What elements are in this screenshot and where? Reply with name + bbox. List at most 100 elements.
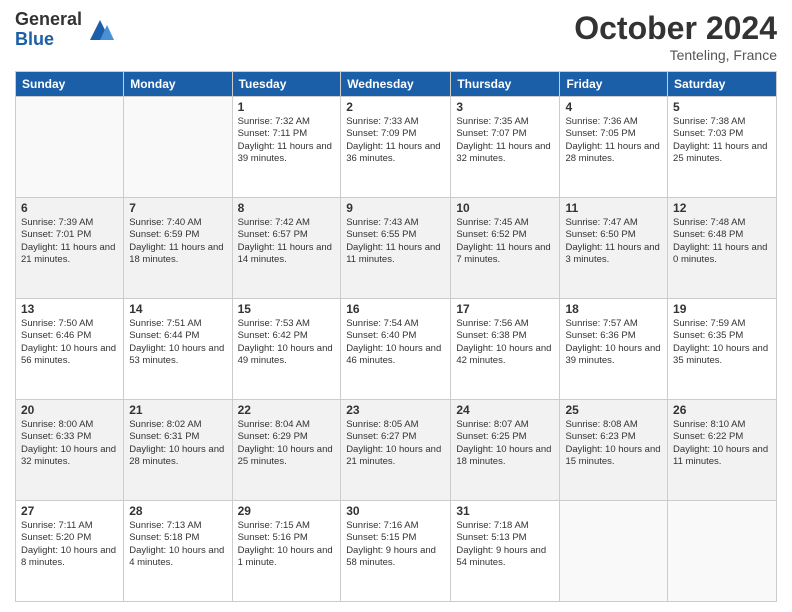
calendar-week-row: 20 Sunrise: 8:00 AMSunset: 6:33 PMDayligh…: [16, 400, 777, 501]
day-info: Sunrise: 7:16 AMSunset: 5:15 PMDaylight:…: [346, 520, 436, 568]
col-tuesday: Tuesday: [232, 72, 341, 97]
table-row: 16Sunrise: 7:54 AMSunset: 6:40 PMDayligh…: [341, 299, 451, 400]
day-number: 6: [21, 201, 118, 215]
col-sunday: Sunday: [16, 72, 124, 97]
day-number: 1: [238, 100, 336, 114]
table-row: 11 Sunrise: 7:47 AMSunset: 6:50 PMDayligh…: [560, 198, 668, 299]
table-row: [16, 97, 124, 198]
day-number: 19: [673, 302, 771, 316]
col-wednesday: Wednesday: [341, 72, 451, 97]
table-row: [668, 501, 777, 602]
day-info: Sunrise: 7:50 AMSunset: 6:46 PMDaylight:…: [21, 318, 116, 366]
day-number: 23: [346, 403, 445, 417]
table-row: 24 Sunrise: 8:07 AMSunset: 6:25 PMDayligh…: [451, 400, 560, 501]
table-row: 26Sunrise: 8:10 AMSunset: 6:22 PMDayligh…: [668, 400, 777, 501]
table-row: 20 Sunrise: 8:00 AMSunset: 6:33 PMDayligh…: [16, 400, 124, 501]
day-number: 29: [238, 504, 336, 518]
table-row: 19 Sunrise: 7:59 AMSunset: 6:35 PMDayligh…: [668, 299, 777, 400]
day-info: Sunrise: 7:56 AMSunset: 6:38 PMDaylight:…: [456, 318, 551, 366]
page: General Blue October 2024 Tenteling, Fra…: [0, 0, 792, 612]
day-number: 4: [565, 100, 662, 114]
table-row: 12 Sunrise: 7:48 AMSunset: 6:48 PMDayligh…: [668, 198, 777, 299]
table-row: 15 Sunrise: 7:53 AMSunset: 6:42 PMDayligh…: [232, 299, 341, 400]
day-number: 13: [21, 302, 118, 316]
table-row: 5Sunrise: 7:38 AMSunset: 7:03 PMDaylight…: [668, 97, 777, 198]
day-info: Sunrise: 7:33 AMSunset: 7:09 PMDaylight:…: [346, 116, 440, 164]
day-info: Sunrise: 8:04 AMSunset: 6:29 PMDaylight:…: [238, 419, 333, 467]
calendar-week-row: 1Sunrise: 7:32 AMSunset: 7:11 PMDaylight…: [16, 97, 777, 198]
table-row: 9Sunrise: 7:43 AMSunset: 6:55 PMDaylight…: [341, 198, 451, 299]
day-number: 17: [456, 302, 554, 316]
table-row: 7 Sunrise: 7:40 AMSunset: 6:59 PMDaylight…: [124, 198, 232, 299]
table-row: 4 Sunrise: 7:36 AMSunset: 7:05 PMDaylight…: [560, 97, 668, 198]
calendar-week-row: 6 Sunrise: 7:39 AMSunset: 7:01 PMDaylight…: [16, 198, 777, 299]
calendar: Sunday Monday Tuesday Wednesday Thursday…: [15, 71, 777, 602]
day-info: Sunrise: 7:42 AMSunset: 6:57 PMDaylight:…: [238, 217, 332, 265]
table-row: 29Sunrise: 7:15 AMSunset: 5:16 PMDayligh…: [232, 501, 341, 602]
day-number: 27: [21, 504, 118, 518]
calendar-week-row: 27 Sunrise: 7:11 AMSunset: 5:20 PMDayligh…: [16, 501, 777, 602]
day-number: 7: [129, 201, 226, 215]
day-info: Sunrise: 8:08 AMSunset: 6:23 PMDaylight:…: [565, 419, 660, 467]
day-info: Sunrise: 7:35 AMSunset: 7:07 PMDaylight:…: [456, 116, 550, 164]
table-row: 17 Sunrise: 7:56 AMSunset: 6:38 PMDayligh…: [451, 299, 560, 400]
table-row: 21Sunrise: 8:02 AMSunset: 6:31 PMDayligh…: [124, 400, 232, 501]
day-number: 22: [238, 403, 336, 417]
day-info: Sunrise: 7:48 AMSunset: 6:48 PMDaylight:…: [673, 217, 767, 265]
day-info: Sunrise: 8:02 AMSunset: 6:31 PMDaylight:…: [129, 419, 224, 467]
day-info: Sunrise: 7:45 AMSunset: 6:52 PMDaylight:…: [456, 217, 550, 265]
day-number: 14: [129, 302, 226, 316]
header: General Blue October 2024 Tenteling, Fra…: [15, 10, 777, 63]
day-info: Sunrise: 8:10 AMSunset: 6:22 PMDaylight:…: [673, 419, 768, 467]
table-row: 3 Sunrise: 7:35 AMSunset: 7:07 PMDaylight…: [451, 97, 560, 198]
day-number: 3: [456, 100, 554, 114]
day-number: 24: [456, 403, 554, 417]
day-info: Sunrise: 7:53 AMSunset: 6:42 PMDaylight:…: [238, 318, 333, 366]
col-saturday: Saturday: [668, 72, 777, 97]
table-row: 14Sunrise: 7:51 AMSunset: 6:44 PMDayligh…: [124, 299, 232, 400]
day-number: 16: [346, 302, 445, 316]
day-info: Sunrise: 8:00 AMSunset: 6:33 PMDaylight:…: [21, 419, 116, 467]
title-section: October 2024 Tenteling, France: [574, 10, 777, 63]
col-thursday: Thursday: [451, 72, 560, 97]
day-number: 15: [238, 302, 336, 316]
day-info: Sunrise: 7:11 AMSunset: 5:20 PMDaylight:…: [21, 520, 116, 568]
table-row: 28 Sunrise: 7:13 AMSunset: 5:18 PMDayligh…: [124, 501, 232, 602]
logo-text: General Blue: [15, 10, 82, 50]
logo-icon: [85, 15, 115, 45]
day-number: 11: [565, 201, 662, 215]
calendar-header-row: Sunday Monday Tuesday Wednesday Thursday…: [16, 72, 777, 97]
day-number: 2: [346, 100, 445, 114]
day-number: 5: [673, 100, 771, 114]
table-row: 8 Sunrise: 7:42 AMSunset: 6:57 PMDaylight…: [232, 198, 341, 299]
logo: General Blue: [15, 10, 115, 50]
day-number: 8: [238, 201, 336, 215]
table-row: 1Sunrise: 7:32 AMSunset: 7:11 PMDaylight…: [232, 97, 341, 198]
logo-general-text: General: [15, 10, 82, 30]
table-row: 31Sunrise: 7:18 AMSunset: 5:13 PMDayligh…: [451, 501, 560, 602]
day-number: 12: [673, 201, 771, 215]
day-info: Sunrise: 7:39 AMSunset: 7:01 PMDaylight:…: [21, 217, 115, 265]
table-row: 13 Sunrise: 7:50 AMSunset: 6:46 PMDayligh…: [16, 299, 124, 400]
day-number: 18: [565, 302, 662, 316]
table-row: 27 Sunrise: 7:11 AMSunset: 5:20 PMDayligh…: [16, 501, 124, 602]
table-row: 2 Sunrise: 7:33 AMSunset: 7:09 PMDaylight…: [341, 97, 451, 198]
day-number: 10: [456, 201, 554, 215]
table-row: 22 Sunrise: 8:04 AMSunset: 6:29 PMDayligh…: [232, 400, 341, 501]
day-info: Sunrise: 8:05 AMSunset: 6:27 PMDaylight:…: [346, 419, 441, 467]
logo-blue-text: Blue: [15, 30, 82, 50]
day-info: Sunrise: 7:47 AMSunset: 6:50 PMDaylight:…: [565, 217, 659, 265]
day-info: Sunrise: 7:40 AMSunset: 6:59 PMDaylight:…: [129, 217, 223, 265]
day-number: 20: [21, 403, 118, 417]
calendar-week-row: 13 Sunrise: 7:50 AMSunset: 6:46 PMDayligh…: [16, 299, 777, 400]
day-info: Sunrise: 8:07 AMSunset: 6:25 PMDaylight:…: [456, 419, 551, 467]
day-number: 25: [565, 403, 662, 417]
day-info: Sunrise: 7:36 AMSunset: 7:05 PMDaylight:…: [565, 116, 659, 164]
table-row: [124, 97, 232, 198]
day-info: Sunrise: 7:59 AMSunset: 6:35 PMDaylight:…: [673, 318, 768, 366]
day-number: 28: [129, 504, 226, 518]
table-row: 18Sunrise: 7:57 AMSunset: 6:36 PMDayligh…: [560, 299, 668, 400]
table-row: [560, 501, 668, 602]
day-info: Sunrise: 7:18 AMSunset: 5:13 PMDaylight:…: [456, 520, 546, 568]
day-info: Sunrise: 7:13 AMSunset: 5:18 PMDaylight:…: [129, 520, 224, 568]
